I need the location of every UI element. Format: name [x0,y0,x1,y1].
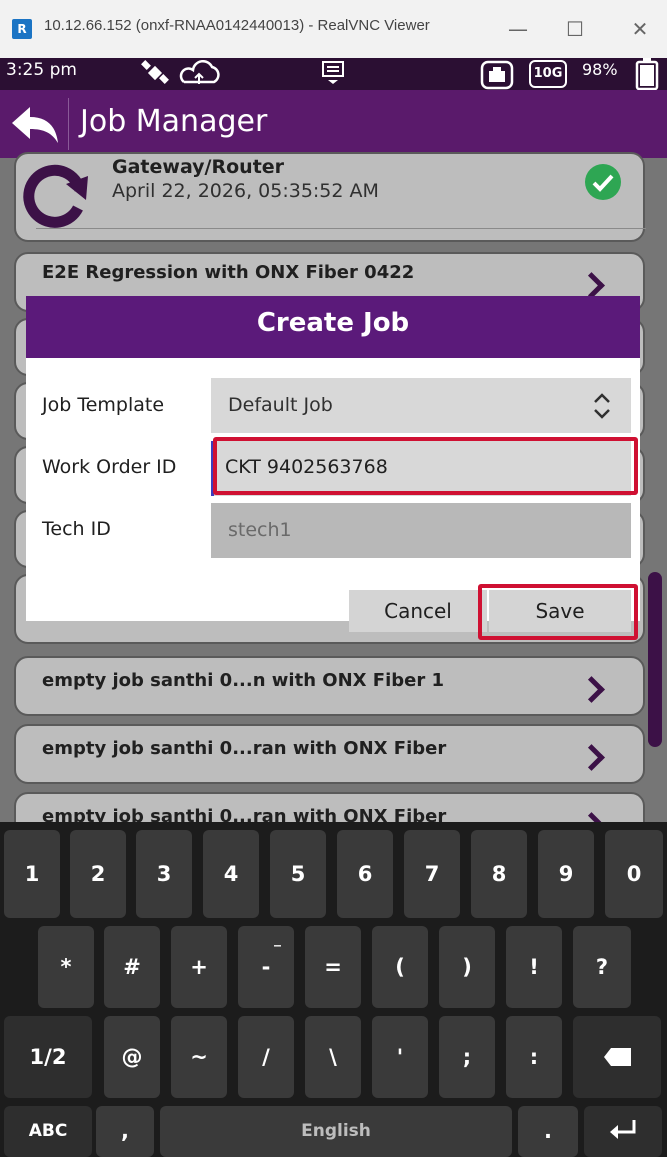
success-check-icon [585,164,621,200]
key-question[interactable]: ? [573,926,631,1008]
notification-drawer-icon[interactable] [318,60,348,86]
battery-icon [635,58,659,91]
key-at[interactable]: @ [104,1016,160,1098]
cancel-button[interactable]: Cancel [349,590,487,632]
key-7[interactable]: 7 [404,830,460,918]
dialog-title: Create Job [256,308,410,338]
back-arrow-icon[interactable] [10,103,60,145]
job-template-value: Default Job [228,394,333,416]
maximize-button[interactable]: ☐ [555,12,595,46]
key-page-toggle[interactable]: 1/2 [4,1016,92,1098]
job-card-gateway[interactable]: Gateway/Router April 22, 2026, 05:35:52 … [14,152,646,242]
job-card-empty-1[interactable]: empty job santhi 0...n with ONX Fiber 1 [14,656,645,716]
chevron-right-icon [578,272,605,299]
key-slash[interactable]: / [238,1016,294,1098]
page-title: Job Manager [80,104,268,139]
key-9[interactable]: 9 [538,830,594,918]
key-label: - [261,955,271,979]
key-2[interactable]: 2 [70,830,126,918]
key-apostrophe[interactable]: ' [372,1016,428,1098]
status-time: 3:25 pm [6,60,77,80]
chevron-right-icon [578,744,605,771]
tech-id-value: stech1 [228,519,292,541]
save-highlight [478,584,638,640]
key-hash[interactable]: # [104,926,160,1008]
key-abc[interactable]: ABC [4,1106,92,1157]
realvnc-logo-icon: R [12,19,32,39]
tech-id-input[interactable]: stech1 [211,503,631,558]
key-4[interactable]: 4 [203,830,259,918]
speed-badge: 10G [529,60,567,88]
enter-key[interactable] [584,1106,662,1157]
ethernet-port-icon [480,60,514,90]
enter-icon [610,1120,636,1139]
job-card-empty-2[interactable]: empty job santhi 0...ran with ONX Fiber [14,724,645,784]
window-title: 10.12.66.152 (onxf-RNAA0142440013) - Rea… [44,17,430,34]
scrollbar[interactable] [648,572,662,747]
key-tilde[interactable]: ~ [171,1016,227,1098]
job-name: empty job santhi 0...n with ONX Fiber 1 [42,670,445,691]
job-name: E2E Regression with ONX Fiber 0422 [42,262,415,283]
key-hint-underscore: _ [274,931,281,947]
close-button[interactable]: ✕ [620,12,660,46]
work-order-highlight [213,437,638,495]
key-plus[interactable]: + [171,926,227,1008]
refresh-icon [23,164,88,228]
key-minus[interactable]: _ - [238,926,294,1008]
job-template-select[interactable]: Default Job [211,378,631,433]
space-key[interactable]: English [160,1106,512,1157]
key-colon[interactable]: : [506,1016,562,1098]
key-period[interactable]: . [518,1106,578,1157]
key-backslash[interactable]: \ [305,1016,361,1098]
satellite-cloud-icon [141,60,220,84]
key-3[interactable]: 3 [136,830,192,918]
backspace-key[interactable] [573,1016,661,1098]
onscreen-keyboard: 1 2 3 4 5 6 7 8 9 0 * # + _ - = ( ) ! ? … [0,822,667,1157]
key-exclamation[interactable]: ! [506,926,562,1008]
tech-id-label: Tech ID [42,518,111,540]
key-6[interactable]: 6 [337,830,393,918]
key-comma[interactable]: , [96,1106,154,1157]
key-open-paren[interactable]: ( [372,926,428,1008]
key-close-paren[interactable]: ) [439,926,495,1008]
key-0[interactable]: 0 [605,830,663,918]
job-name: Gateway/Router [112,156,285,178]
key-asterisk[interactable]: * [38,926,94,1008]
chevron-right-icon [578,676,605,703]
battery-percent: 98% [582,60,618,79]
job-date: April 22, 2026, 05:35:52 AM [112,180,379,202]
key-equals[interactable]: = [305,926,361,1008]
job-name: empty job santhi 0...ran with ONX Fiber [42,738,447,759]
key-semicolon[interactable]: ; [439,1016,495,1098]
work-order-label: Work Order ID [42,456,177,478]
card-divider [36,228,646,229]
key-8[interactable]: 8 [471,830,527,918]
up-down-chevron-icon [594,393,610,419]
header-divider [68,98,69,150]
backspace-icon [604,1048,631,1066]
job-template-label: Job Template [42,394,165,416]
key-1[interactable]: 1 [4,830,60,918]
minimize-button[interactable]: — [498,12,538,46]
